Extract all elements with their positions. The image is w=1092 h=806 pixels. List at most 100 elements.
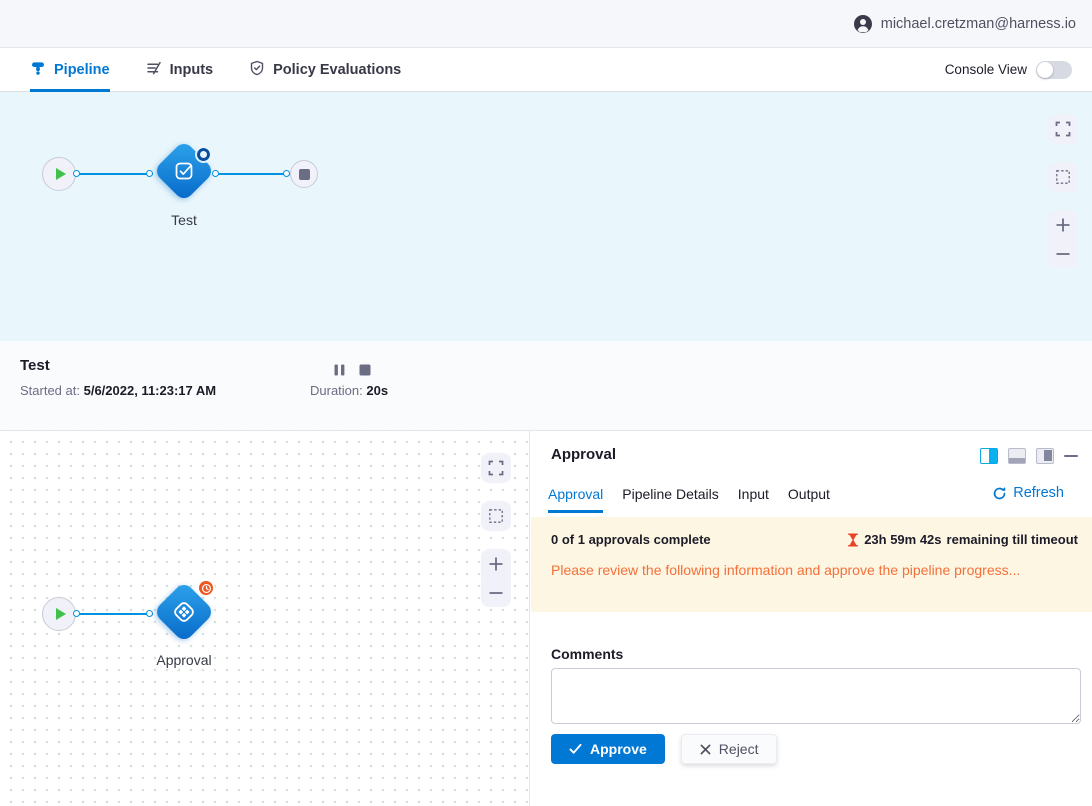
toggle-knob — [1037, 62, 1053, 78]
check-square-icon — [173, 160, 195, 182]
approve-button[interactable]: Approve — [551, 734, 665, 764]
tab-inputs[interactable]: Inputs — [146, 48, 214, 92]
stop-icon — [299, 169, 310, 180]
duration-row: Duration: 20s — [310, 383, 388, 398]
console-view-label: Console View — [945, 62, 1027, 77]
stage-graph-canvas[interactable]: Test — [0, 92, 1092, 341]
zoom-out-button[interactable] — [1048, 240, 1078, 268]
stage-graph-select-button[interactable] — [1048, 162, 1078, 192]
timeout-value: 23h 59m 42s — [864, 532, 941, 547]
comments-label: Comments — [551, 646, 623, 662]
stage-graph-fullscreen-button[interactable] — [1048, 114, 1078, 144]
refresh-label: Refresh — [1013, 485, 1064, 501]
panel-tab-pipeline-details[interactable]: Pipeline Details — [622, 486, 719, 513]
execution-stage-title: Test — [20, 357, 50, 374]
step-details-panel: Approval Approval Pipeline Details Input… — [531, 431, 1092, 806]
play-icon — [56, 168, 66, 180]
stage-graph-zoom-controls — [1048, 210, 1078, 268]
approval-diamonds-icon — [171, 599, 197, 625]
connector-dot — [73, 610, 80, 617]
tab-pipeline[interactable]: Pipeline — [30, 48, 110, 92]
reject-button[interactable]: Reject — [681, 734, 778, 764]
stage-connector-right — [215, 173, 290, 175]
connector-dot — [283, 170, 290, 177]
zoom-in-button[interactable] — [1048, 211, 1078, 239]
zoom-out-button[interactable] — [481, 579, 511, 607]
started-at-row: Started at: 5/6/2022, 11:23:17 AM — [20, 383, 216, 398]
started-at-value: 5/6/2022, 11:23:17 AM — [84, 383, 217, 398]
panel-title: Approval — [551, 446, 616, 463]
panel-layout-controls — [980, 448, 1078, 464]
approval-timeout-banner: 0 of 1 approvals complete 23h 59m 42s re… — [531, 517, 1092, 612]
step-graph-select-button[interactable] — [481, 501, 511, 531]
waiting-clock-badge — [197, 579, 215, 597]
connector-dot — [146, 610, 153, 617]
refresh-icon — [992, 486, 1007, 501]
approval-message: Please review the following information … — [551, 562, 1078, 578]
console-view-toggle[interactable] — [1036, 61, 1072, 79]
panel-tab-approval[interactable]: Approval — [548, 486, 603, 513]
connector-dot — [146, 170, 153, 177]
console-view-control: Console View — [945, 61, 1072, 79]
banner-status-row: 0 of 1 approvals complete 23h 59m 42s re… — [551, 532, 1078, 547]
right-view-icon[interactable] — [1036, 448, 1054, 464]
panel-tabs: Approval Pipeline Details Input Output — [548, 483, 830, 515]
stage-start-node[interactable] — [42, 157, 76, 191]
step-node-label: Approval — [144, 652, 224, 668]
stop-execution-button[interactable] — [359, 363, 371, 381]
step-graph-zoom-controls — [481, 549, 511, 607]
stage-node-label: Test — [154, 212, 214, 228]
refresh-button[interactable]: Refresh — [992, 485, 1064, 501]
started-at-label: Started at: — [20, 383, 80, 398]
top-bar: michael.cretzman@harness.io — [0, 0, 1092, 48]
duration-value: 20s — [366, 383, 388, 398]
pipeline-icon — [30, 60, 46, 80]
fullscreen-icon — [1055, 121, 1071, 137]
user-avatar-icon[interactable] — [853, 14, 873, 34]
x-icon — [700, 744, 711, 755]
tab-policy-evaluations[interactable]: Policy Evaluations — [249, 48, 401, 92]
step-start-node[interactable] — [42, 597, 76, 631]
minimize-panel-icon[interactable] — [1064, 455, 1078, 457]
tab-inputs-label: Inputs — [170, 62, 214, 78]
step-graph-fullscreen-button[interactable] — [481, 453, 511, 483]
tab-policy-evaluations-label: Policy Evaluations — [273, 62, 401, 78]
plus-icon — [488, 556, 504, 572]
stage-connector-left — [76, 173, 153, 175]
tab-pipeline-label: Pipeline — [54, 62, 110, 78]
step-graph-canvas[interactable]: Approval — [0, 431, 530, 806]
zoom-in-button[interactable] — [481, 550, 511, 578]
pause-icon — [334, 364, 345, 376]
pipeline-execution-page: michael.cretzman@harness.io Pipeline — [0, 0, 1092, 806]
approve-button-label: Approve — [590, 741, 647, 757]
running-ring-badge — [197, 148, 210, 161]
approval-actions: Approve Reject — [551, 734, 777, 764]
marquee-select-icon — [1055, 169, 1071, 185]
plus-icon — [1055, 217, 1071, 233]
connector-dot — [73, 170, 80, 177]
policy-shield-icon — [249, 60, 265, 80]
timeout-countdown: 23h 59m 42s remaining till timeout — [847, 532, 1078, 547]
minus-icon — [488, 585, 504, 601]
step-connector — [76, 613, 153, 615]
user-email[interactable]: michael.cretzman@harness.io — [881, 16, 1076, 32]
duration-label: Duration: — [310, 383, 363, 398]
main-tab-bar: Pipeline Inputs Policy Evaluations — [0, 48, 1092, 92]
hourglass-icon — [847, 533, 859, 547]
comments-input[interactable] — [551, 668, 1081, 724]
panel-tab-input[interactable]: Input — [738, 486, 769, 513]
stop-icon — [359, 364, 371, 376]
pause-execution-button[interactable] — [334, 363, 345, 381]
reject-button-label: Reject — [719, 741, 759, 757]
minus-icon — [1055, 246, 1071, 262]
execution-info-bar: Test Started at: 5/6/2022, 11:23:17 AM D… — [0, 341, 1092, 431]
fullscreen-icon — [488, 460, 504, 476]
approvals-progress-text: 0 of 1 approvals complete — [551, 532, 711, 547]
split-view-icon[interactable] — [980, 448, 998, 464]
panel-tab-output[interactable]: Output — [788, 486, 830, 513]
stage-end-node[interactable] — [290, 160, 318, 188]
bottom-view-icon[interactable] — [1008, 448, 1026, 464]
inputs-icon — [146, 60, 162, 80]
check-icon — [569, 743, 582, 755]
play-icon — [56, 608, 66, 620]
